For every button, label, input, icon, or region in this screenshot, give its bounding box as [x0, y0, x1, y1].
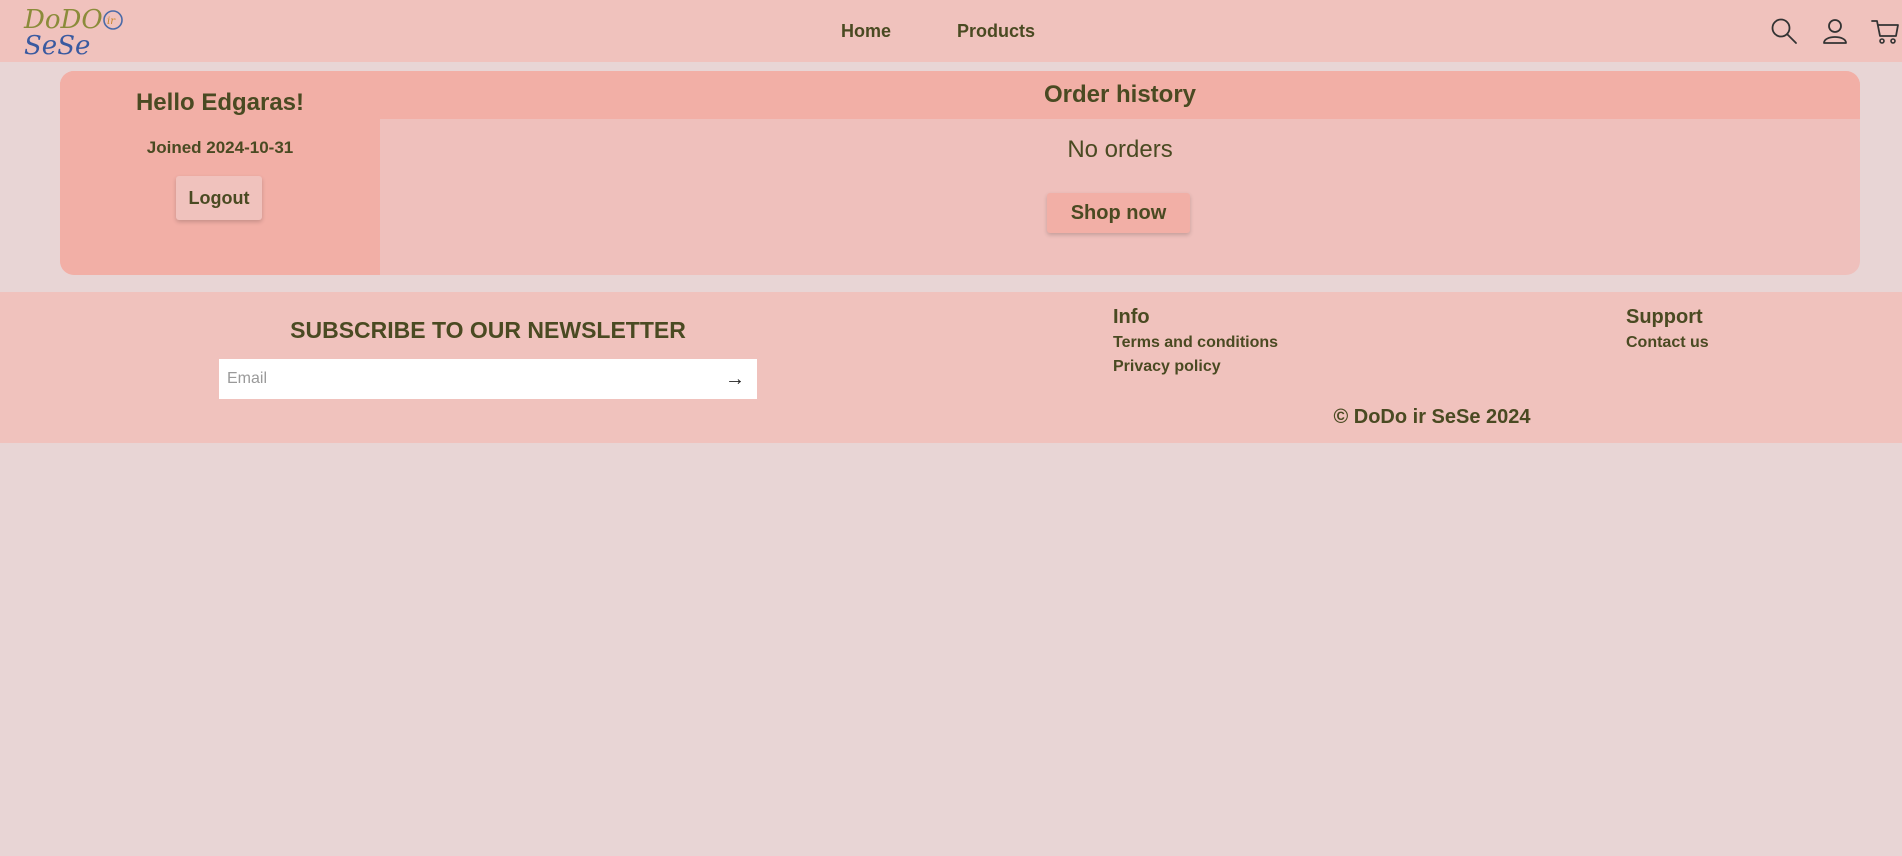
site-footer: SUBSCRIBE TO OUR NEWSLETTER → Info Terms… [0, 292, 1902, 443]
support-title: Support [1626, 306, 1703, 328]
newsletter-title: SUBSCRIBE TO OUR NEWSLETTER [290, 317, 686, 343]
logout-button[interactable]: Logout [176, 176, 262, 220]
info-title: Info [1113, 306, 1150, 328]
nav-home[interactable]: Home [841, 0, 891, 62]
order-history-title: Order history [1043, 81, 1197, 108]
cart-icon[interactable] [1870, 16, 1900, 46]
svg-text:ir: ir [107, 16, 116, 27]
greeting: Hello Edgaras! [135, 89, 305, 116]
nav-products[interactable]: Products [957, 0, 1035, 62]
site-header: DoDO ir SeSe Home Products [0, 0, 1902, 62]
logo[interactable]: DoDO ir SeSe [22, 4, 126, 61]
profile-panel: Hello Edgaras! Joined 2024-10-31 Logout [60, 71, 380, 275]
joined-date: Joined 2024-10-31 [146, 138, 294, 157]
email-input[interactable] [219, 359, 715, 399]
terms-link[interactable]: Terms and conditions [1113, 334, 1278, 352]
contact-link[interactable]: Contact us [1626, 334, 1709, 352]
shop-now-button[interactable]: Shop now [1047, 193, 1190, 233]
newsletter-form: → [219, 359, 757, 399]
user-icon[interactable] [1820, 16, 1850, 46]
arrow-right-icon[interactable]: → [713, 359, 757, 399]
svg-text:SeSe: SeSe [24, 31, 90, 58]
privacy-link[interactable]: Privacy policy [1113, 358, 1221, 376]
copyright: © DoDo ir SeSe 2024 [1333, 406, 1531, 428]
logo-image: DoDO ir SeSe [23, 5, 123, 61]
profile-card: Hello Edgaras! Joined 2024-10-31 Logout … [60, 71, 1860, 275]
search-icon[interactable] [1769, 16, 1799, 46]
no-orders-text: No orders [1067, 136, 1173, 163]
